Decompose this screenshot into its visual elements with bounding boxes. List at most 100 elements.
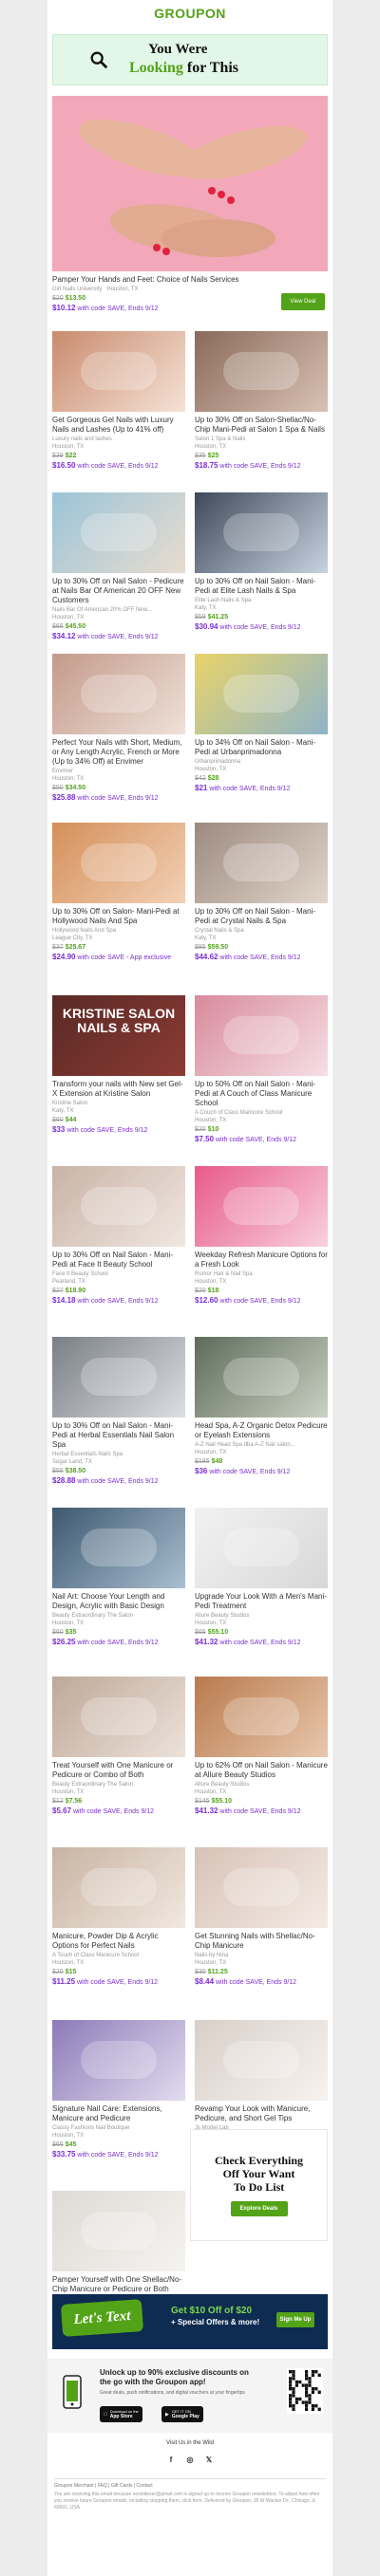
deal-card[interactable]: Head Spa, A-Z Organic Detox Pedicure or … [195, 1337, 328, 1477]
deal-title: Up to 34% Off on Nail Salon - Mani-Pedi … [195, 738, 316, 756]
looking-banner: You Were Looking for This [52, 34, 328, 85]
deal-price: $85 $59.50 [195, 944, 229, 951]
deal-title: Up to 30% Off on Nail Salon - Pedicure a… [52, 577, 184, 604]
deal-image [52, 1847, 185, 1928]
deal-promo-price: $8.44 with code SAVE, Ends 9/12 [195, 1977, 297, 1986]
deal-card[interactable]: Signature Nail Care: Extensions, Manicur… [52, 2020, 185, 2160]
deal-card[interactable]: Nail Art: Choose Your Length and Design,… [52, 1508, 185, 1648]
qr-module [292, 2373, 295, 2377]
phone-icon [63, 2375, 82, 2409]
play-icon: ▶ [165, 2411, 169, 2418]
qr-module [289, 2387, 293, 2391]
deal-image [195, 331, 328, 412]
x-icon[interactable]: 𝕏 [203, 2454, 215, 2465]
apple-icon:  [104, 2412, 107, 2418]
qr-module [289, 2377, 293, 2381]
qr-module [289, 2380, 293, 2384]
deal-card[interactable]: Get Stunning Nails with Shellac/No-Chip … [195, 1847, 328, 1988]
deal-title: Up to 62% Off on Nail Salon - Manicure a… [195, 1761, 328, 1779]
deal-image [195, 1508, 328, 1588]
qr-module [308, 2400, 312, 2404]
app-store-button[interactable]: Download on theApp Store [100, 2406, 142, 2422]
app-promo: Unlock up to 90% exclusive discounts on … [48, 2359, 332, 2433]
google-play-button[interactable]: ▶ GET IT ON Google Play [162, 2406, 203, 2422]
deal-title: Up to 30% Off on Nail Salon - Mani-Pedi … [52, 1421, 175, 1449]
deal-promo-price: $41.32 with code SAVE, Ends 9/12 [195, 1807, 301, 1815]
deal-title: Up to 30% Off on Salon-Shellac/No-Chip M… [195, 416, 325, 434]
qr-module [311, 2387, 314, 2391]
deal-image [52, 1677, 185, 1757]
deal-card[interactable]: Upgrade Your Look With a Men's Mani-Pedi… [195, 1508, 328, 1648]
qr-module [317, 2407, 321, 2411]
deal-price: $185 $48 [195, 1458, 223, 1465]
deal-image [52, 1337, 185, 1418]
deal-card[interactable]: Up to 50% Off on Nail Salon - Mani-Pedi … [195, 995, 328, 1145]
groupon-logo[interactable]: GROUPON [48, 0, 332, 27]
qr-module [305, 2404, 309, 2408]
deal-card[interactable]: Manicure, Powder Dip & Acrylic Options f… [52, 1847, 185, 1988]
deal-card[interactable]: Treat Yourself with One Manicure or Pedi… [52, 1677, 185, 1817]
salon-sign: KRISTINE SALON NAILS & SPA [62, 1006, 176, 1035]
deal-image [195, 1677, 328, 1757]
qr-module [311, 2390, 314, 2394]
deal-title: Head Spa, A-Z Organic Detox Pedicure or … [195, 1421, 328, 1439]
deal-promo-price: $41.32 with code SAVE, Ends 9/12 [195, 1638, 301, 1646]
footer-links[interactable]: Groupon Merchant | FAQ | Gift Cards | Co… [54, 2483, 326, 2490]
deal-card[interactable]: Up to 34% Off on Nail Salon - Mani-Pedi … [195, 654, 328, 794]
deal-title: Up to 30% Off on Salon- Mani-Pedi at Hol… [52, 907, 180, 925]
deal-promo-price: $11.25 with code SAVE, Ends 9/12 [52, 1977, 159, 1986]
deal-title: Weekday Refresh Manicure Options for a F… [195, 1251, 328, 1269]
deal-card[interactable]: Up to 30% Off on Nail Salon - Mani-Pedi … [195, 492, 328, 633]
qr-module [308, 2383, 312, 2387]
deal-merchant: Allure Beauty Studios Houston, TX [195, 1613, 250, 1626]
photo-detail [223, 1187, 299, 1225]
qr-module [305, 2390, 309, 2394]
deal-merchant: Hollywood Nails And Spa League City, TX [52, 928, 117, 941]
qr-module [305, 2387, 309, 2391]
qr-module [294, 2397, 298, 2401]
deal-card[interactable]: Up to 30% Off on Salon- Mani-Pedi at Hol… [52, 823, 185, 963]
view-deal-button[interactable]: View Deal [281, 293, 325, 310]
deal-price: $42 $28 [195, 775, 219, 782]
facebook-icon[interactable]: f [165, 2454, 177, 2465]
photo-detail [81, 1529, 157, 1566]
qr-module [289, 2394, 293, 2398]
explore-deals-button[interactable]: Explore Deals [230, 2201, 288, 2216]
deal-card[interactable]: Up to 30% Off on Nail Salon - Mani-Pedi … [52, 1166, 185, 1307]
deal-card[interactable]: Perfect Your Nails with Short, Medium, o… [52, 654, 185, 804]
photo-detail [223, 1358, 299, 1396]
deal-image [195, 1847, 328, 1928]
qr-module [289, 2404, 293, 2408]
photo-detail [223, 1868, 299, 1906]
deal-card[interactable]: Weekday Refresh Manicure Options for a F… [195, 1166, 328, 1307]
qr-module [292, 2407, 295, 2411]
deal-title: Treat Yourself with One Manicure or Pedi… [52, 1761, 174, 1779]
qr-module [311, 2373, 314, 2377]
deal-card[interactable]: Up to 30% Off on Nail Salon - Mani-Pedi … [52, 1337, 185, 1487]
qr-module [308, 2394, 312, 2398]
photo-detail [81, 675, 157, 713]
instagram-icon[interactable]: ◎ [184, 2454, 196, 2465]
deal-card[interactable]: KRISTINE SALON NAILS & SPA Transform your… [52, 995, 185, 1136]
deal-merchant: Nails by Nina Houston, TX [195, 1953, 229, 1966]
deal-card[interactable]: Up to 30% Off on Nail Salon - Pedicure a… [52, 492, 185, 642]
deal-card[interactable]: Up to 30% Off on Nail Salon - Mani-Pedi … [195, 823, 328, 963]
text-signup-banner[interactable]: Let's Text Get $10 Off of $20 + Special O… [52, 2294, 328, 2349]
deal-title: Up to 30% Off on Nail Salon - Mani-Pedi … [195, 907, 316, 925]
deal-promo-price: $26.25 with code SAVE, Ends 9/12 [52, 1638, 159, 1646]
deal-card[interactable]: Up to 30% Off on Salon-Shellac/No-Chip M… [195, 331, 328, 472]
deal-image [52, 1166, 185, 1247]
deal-price: $55 $38.50 [52, 1468, 86, 1474]
deal-card[interactable]: Up to 62% Off on Nail Salon - Manicure a… [195, 1677, 328, 1817]
deal-image [195, 654, 328, 734]
deal-card[interactable]: Get Gorgeous Gel Nails with Luxury Nails… [52, 331, 185, 472]
qr-module [298, 2380, 302, 2384]
sign-me-up-button[interactable]: Sign Me Up [276, 2312, 314, 2327]
deal-image [52, 1508, 185, 1588]
hero-deal-image[interactable] [52, 96, 328, 271]
deal-promo-price: $24.90 with code SAVE - App exclusive [52, 953, 172, 961]
deal-title: Transform your nails with New set Gel-X … [52, 1080, 183, 1098]
deal-merchant: Crystal Nails & Spa Katy, TX [195, 928, 244, 941]
hero-deal-info[interactable]: Pamper Your Hands and Feet: Choice of Na… [52, 275, 242, 314]
qr-module [314, 2370, 318, 2374]
